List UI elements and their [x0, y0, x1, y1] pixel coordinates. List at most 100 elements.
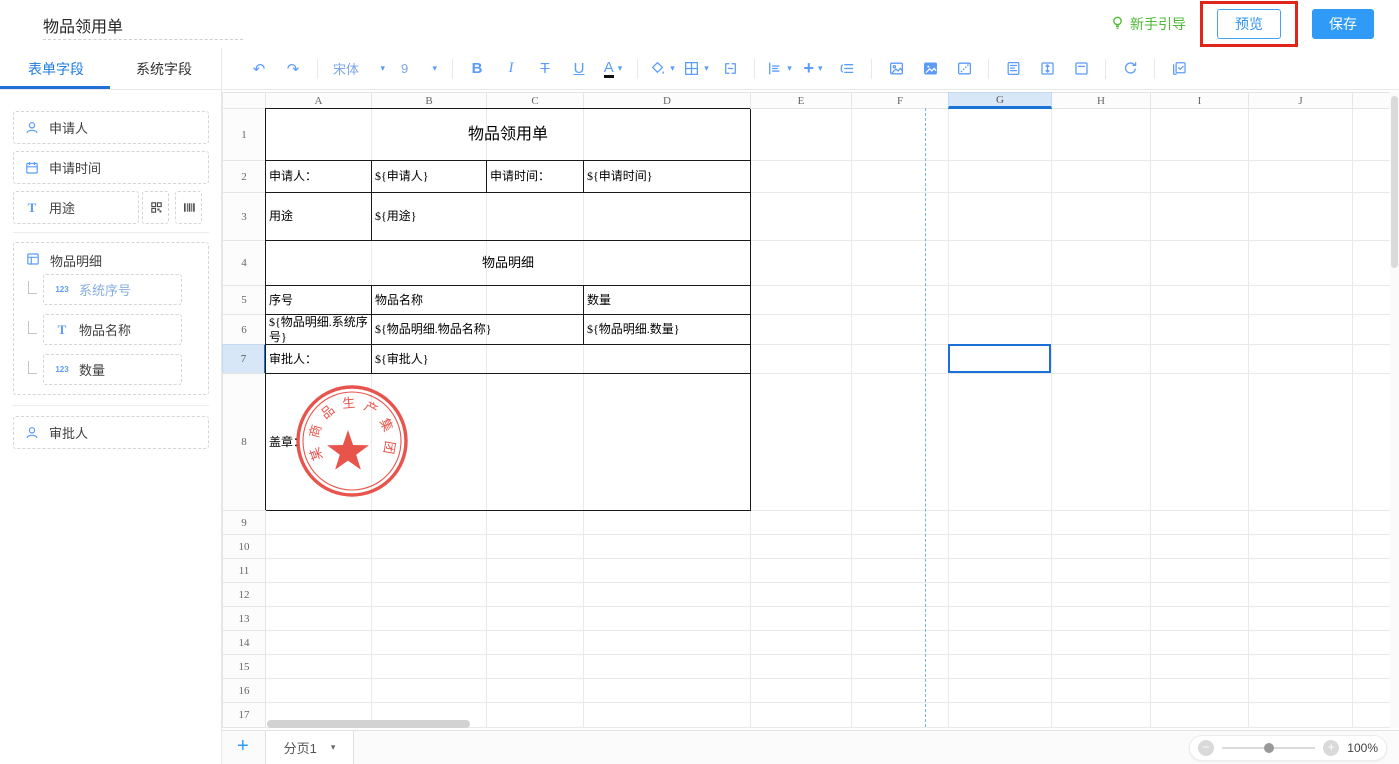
field-item-name[interactable]: T 物品名称	[43, 314, 182, 345]
row-height-icon[interactable]	[1034, 55, 1060, 83]
form-title-cell[interactable]: 物品领用单	[266, 109, 751, 161]
row-header-2[interactable]: 2	[222, 160, 266, 193]
row-header-7-selected[interactable]: 7	[222, 344, 266, 374]
grid-line-v	[948, 108, 949, 727]
zoom-in-button[interactable]: +	[1323, 740, 1339, 756]
row-header-16[interactable]: 16	[222, 678, 266, 703]
page-title[interactable]: 物品领用单	[43, 13, 123, 37]
zoom-out-button[interactable]: −	[1198, 740, 1214, 756]
row-header-8[interactable]: 8	[222, 373, 266, 511]
font-size-select[interactable]: 9▾	[397, 55, 441, 83]
column-header-E[interactable]: E	[750, 92, 852, 109]
form-cell-a5[interactable]: 序号	[266, 286, 372, 315]
form-cell-d2[interactable]: ${申请时间}	[584, 161, 751, 193]
form-cell-c2[interactable]: 申请时间：	[487, 161, 584, 193]
align-icon[interactable]: ▾	[766, 55, 792, 83]
row-header-10[interactable]: 10	[222, 534, 266, 559]
qrcode-button[interactable]	[142, 191, 169, 224]
barcode-button[interactable]	[175, 191, 202, 224]
fill-color-icon[interactable]: ▾	[649, 55, 675, 83]
column-header-I[interactable]: I	[1150, 92, 1249, 109]
form-cell-b5[interactable]: 物品名称	[372, 286, 584, 315]
save-button[interactable]: 保存	[1312, 9, 1374, 39]
page-settings-icon[interactable]	[1000, 55, 1026, 83]
watermark-icon[interactable]	[951, 55, 977, 83]
row-header-17[interactable]: 17	[222, 702, 266, 728]
field-apply-time[interactable]: 申请时间	[13, 151, 209, 184]
field-approver[interactable]: 审批人	[13, 416, 209, 449]
form-cell-b7[interactable]: ${审批人}	[372, 345, 751, 374]
column-header-C[interactable]: C	[486, 92, 584, 109]
background-image-icon[interactable]	[917, 55, 943, 83]
vertical-scrollbar-thumb[interactable]	[1391, 96, 1398, 268]
form-cell-a7[interactable]: 审批人：	[266, 345, 372, 374]
zoom-slider-track[interactable]	[1222, 747, 1315, 749]
row-header-14[interactable]: 14	[222, 630, 266, 655]
row-header-6[interactable]: 6	[222, 314, 266, 345]
chevron-down-icon: ▾	[618, 63, 623, 74]
spreadsheet-canvas[interactable]: ABCDEFHIJG1234567891011121314151617 物品领用…	[222, 90, 1399, 730]
company-stamp[interactable]: 某商品生产集团	[292, 381, 412, 501]
column-header-B[interactable]: B	[371, 92, 487, 109]
column-header-partial[interactable]	[1352, 92, 1391, 109]
column-header-D[interactable]: D	[583, 92, 751, 109]
toolbar-divider	[317, 59, 318, 79]
line-options-icon[interactable]	[834, 55, 860, 83]
corner-header[interactable]	[222, 92, 266, 109]
row-header-12[interactable]: 12	[222, 582, 266, 607]
row-header-15[interactable]: 15	[222, 654, 266, 679]
borders-icon[interactable]: ▾	[683, 55, 709, 83]
row-header-1[interactable]: 1	[222, 108, 266, 161]
beginner-guide-link[interactable]: 新手引导	[1110, 14, 1186, 34]
row-header-3[interactable]: 3	[222, 192, 266, 241]
form-cell-a3[interactable]: 用途	[266, 193, 372, 241]
subform-group-items[interactable]: 物品明细 123 系统序号 T 物品名称 123 数量	[13, 242, 209, 395]
field-quantity[interactable]: 123 数量	[43, 354, 182, 385]
horizontal-scrollbar-thumb[interactable]	[267, 720, 470, 728]
tab-system-fields[interactable]: 系统字段	[136, 48, 192, 90]
tab-form-fields[interactable]: 表单字段	[28, 48, 84, 90]
grid-line-h	[265, 630, 1390, 631]
form-cell-b6[interactable]: ${物品明细.物品名称}	[372, 315, 584, 345]
font-select[interactable]: 宋体▾	[329, 55, 389, 83]
cell-selection-g7[interactable]	[948, 344, 1051, 373]
column-header-J[interactable]: J	[1248, 92, 1353, 109]
insert-image-icon[interactable]	[883, 55, 909, 83]
undo-icon[interactable]: ↶	[246, 55, 272, 83]
italic-icon[interactable]: I	[498, 55, 524, 83]
row-header-13[interactable]: 13	[222, 606, 266, 631]
form-cell-b3[interactable]: ${用途}	[372, 193, 751, 241]
form-cell-a2[interactable]: 申请人：	[266, 161, 372, 193]
chevron-down-icon: ▾	[670, 63, 675, 74]
form-cell-b2[interactable]: ${申请人}	[372, 161, 487, 193]
column-header-H[interactable]: H	[1051, 92, 1151, 109]
zoom-slider-handle[interactable]	[1264, 743, 1274, 753]
field-serial-number[interactable]: 123 系统序号	[43, 274, 182, 305]
form-cell-d5[interactable]: 数量	[584, 286, 751, 315]
merge-cells-icon[interactable]	[717, 55, 743, 83]
apply-copy-icon[interactable]	[1166, 55, 1192, 83]
page-size-icon[interactable]	[1068, 55, 1094, 83]
font-color-icon[interactable]: A▾	[600, 55, 626, 83]
column-header-A[interactable]: A	[265, 92, 372, 109]
field-applicant[interactable]: 申请人	[13, 111, 209, 144]
preview-button[interactable]: 预览	[1217, 9, 1281, 39]
underline-icon[interactable]: U	[566, 55, 592, 83]
form-cell-a6[interactable]: ${物品明细.系统序号}	[266, 315, 372, 345]
redo-icon[interactable]: ↷	[280, 55, 306, 83]
sheet-tab-page1[interactable]: 分页1 ▾	[265, 731, 354, 764]
row-header-4[interactable]: 4	[222, 240, 266, 286]
insert-icon[interactable]: +▾	[800, 55, 826, 83]
row-header-9[interactable]: 9	[222, 510, 266, 535]
bold-icon[interactable]: B	[464, 55, 490, 83]
strikethrough-icon[interactable]: T	[532, 55, 558, 83]
column-header-G-selected[interactable]: G	[948, 92, 1052, 109]
field-purpose[interactable]: T 用途	[13, 191, 139, 224]
row-header-11[interactable]: 11	[222, 558, 266, 583]
form-cell-d6[interactable]: ${物品明细.数量}	[584, 315, 751, 345]
refresh-icon[interactable]	[1117, 55, 1143, 83]
row-header-5[interactable]: 5	[222, 285, 266, 315]
column-header-F[interactable]: F	[851, 92, 949, 109]
form-subtitle-cell[interactable]: 物品明细	[266, 241, 751, 286]
add-sheet-button[interactable]: +	[237, 735, 249, 758]
